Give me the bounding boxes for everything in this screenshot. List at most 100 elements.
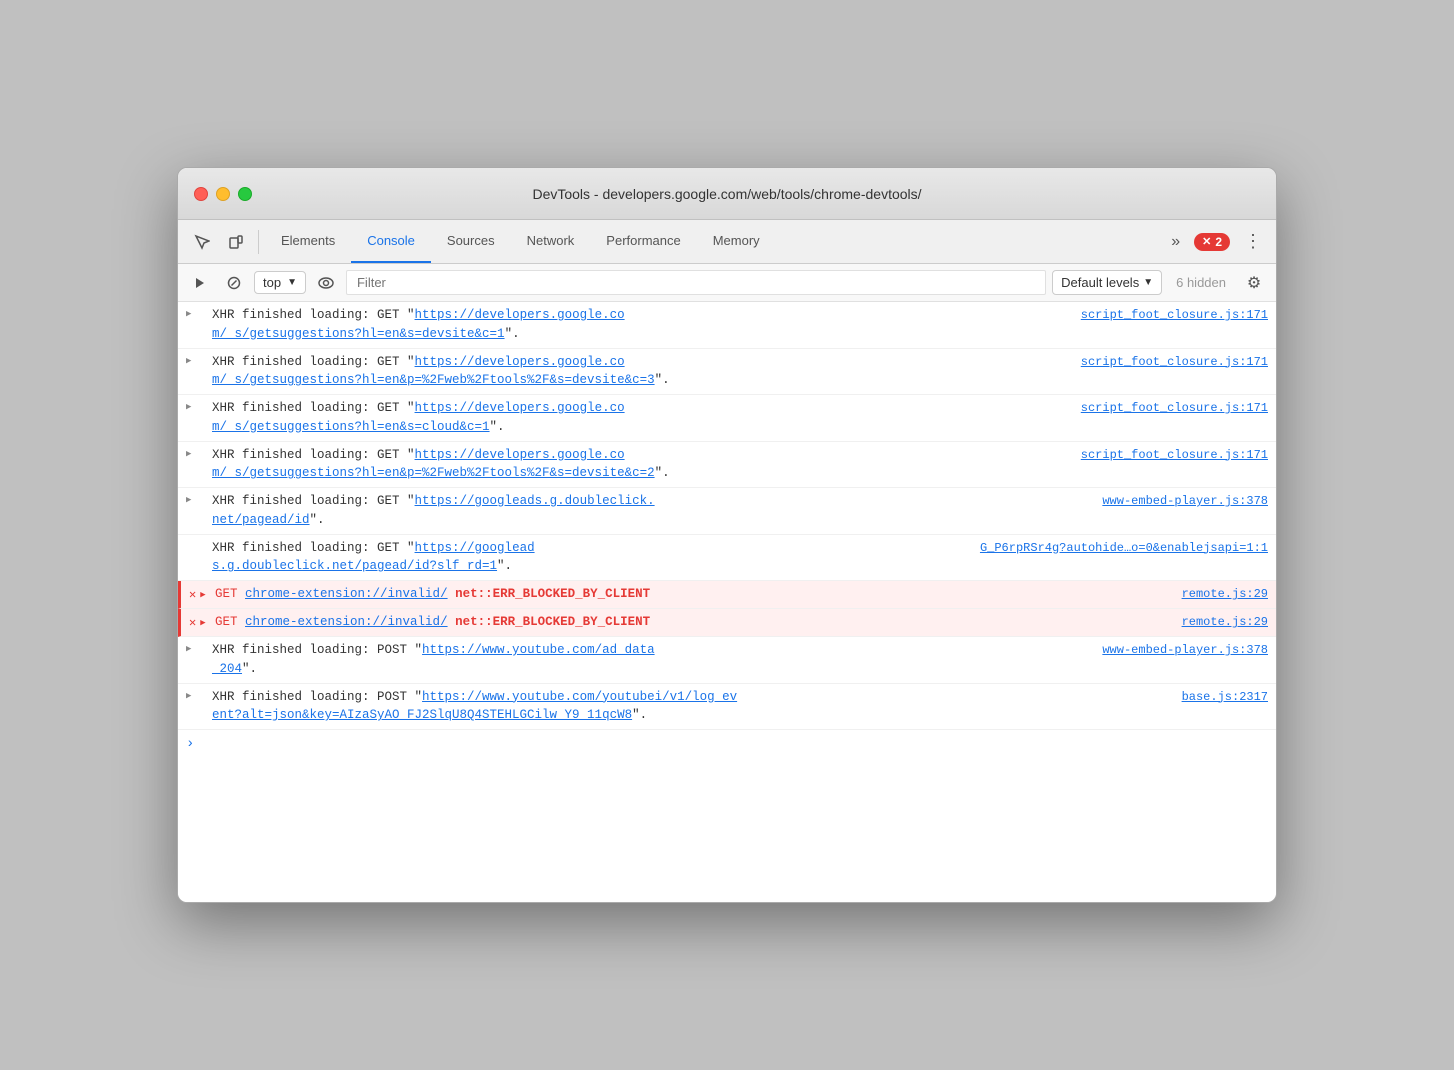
levels-chevron-icon: ▼ bbox=[1143, 277, 1153, 288]
error-message: net::ERR_BLOCKED_BY_CLIENT bbox=[455, 587, 650, 601]
log-text: XHR finished loading: GET "https://googl… bbox=[212, 492, 1268, 530]
log-line: XHR finished loading: GET "https://devel… bbox=[212, 353, 1268, 391]
log-link-2[interactable]: ent?alt=json&key=AIzaSyAO_FJ2SlqU8Q4STEH… bbox=[212, 708, 632, 722]
expand-icon[interactable]: ▶ bbox=[186, 446, 206, 460]
levels-dropdown[interactable]: Default levels ▼ bbox=[1052, 270, 1162, 295]
source-link[interactable]: remote.js:29 bbox=[1182, 585, 1268, 603]
log-link-2[interactable]: m/_s/getsuggestions?hl=en&s=cloud&c=1 bbox=[212, 420, 490, 434]
close-button[interactable] bbox=[194, 187, 208, 201]
log-text: XHR finished loading: GET "https://devel… bbox=[212, 306, 1268, 344]
log-link[interactable]: https://www.youtube.com/youtubei/v1/log_… bbox=[422, 690, 737, 704]
log-line: XHR finished loading: GET "https://googl… bbox=[212, 492, 1268, 530]
title-bar: DevTools - developers.google.com/web/too… bbox=[178, 168, 1276, 220]
expand-icon[interactable]: ▶ bbox=[186, 399, 206, 413]
error-url-link[interactable]: chrome-extension://invalid/ bbox=[245, 587, 448, 601]
log-link[interactable]: https://googleads.g.doubleclick. bbox=[415, 494, 655, 508]
tab-performance[interactable]: Performance bbox=[590, 220, 696, 263]
device-toggle-button[interactable] bbox=[220, 226, 252, 258]
get-label: GET bbox=[215, 615, 238, 629]
filter-input[interactable] bbox=[346, 270, 1046, 295]
error-x-icon: ✕ bbox=[1202, 235, 1211, 248]
tab-sources[interactable]: Sources bbox=[431, 220, 511, 263]
hidden-count: 6 hidden bbox=[1168, 275, 1234, 290]
log-entry: ▶ XHR finished loading: GET "https://goo… bbox=[178, 488, 1276, 535]
tab-memory[interactable]: Memory bbox=[697, 220, 776, 263]
levels-label: Default levels bbox=[1061, 275, 1139, 290]
log-text: XHR finished loading: GET "https://googl… bbox=[212, 539, 1268, 577]
minimize-button[interactable] bbox=[216, 187, 230, 201]
console-content: ▶ XHR finished loading: GET "https://dev… bbox=[178, 302, 1276, 902]
log-line: XHR finished loading: GET "https://devel… bbox=[212, 446, 1268, 484]
error-url-link[interactable]: chrome-extension://invalid/ bbox=[245, 615, 448, 629]
run-script-button[interactable] bbox=[186, 269, 214, 297]
triangle-icon: ▶ bbox=[200, 590, 205, 600]
log-line: XHR finished loading: POST "https://www.… bbox=[212, 641, 1268, 679]
eye-button[interactable] bbox=[312, 269, 340, 297]
inspect-button[interactable] bbox=[186, 226, 218, 258]
triangle-icon: ▶ bbox=[186, 356, 191, 366]
clear-console-button[interactable] bbox=[220, 269, 248, 297]
log-message: GET chrome-extension://invalid/ net::ERR… bbox=[215, 613, 650, 632]
log-link-2[interactable]: m/_s/getsuggestions?hl=en&s=devsite&c=1 bbox=[212, 327, 505, 341]
log-line: XHR finished loading: GET "https://devel… bbox=[212, 399, 1268, 437]
prompt-chevron-icon: › bbox=[186, 736, 194, 752]
source-link[interactable]: base.js:2317 bbox=[1182, 688, 1268, 706]
triangle-icon: ▶ bbox=[186, 495, 191, 505]
get-label: GET bbox=[215, 587, 238, 601]
log-link-2[interactable]: s.g.doubleclick.net/pagead/id?slf_rd=1 bbox=[212, 559, 497, 573]
console-settings-button[interactable]: ⚙ bbox=[1240, 269, 1268, 297]
tab-network[interactable]: Network bbox=[511, 220, 591, 263]
log-link-2[interactable]: _204 bbox=[212, 662, 242, 676]
traffic-lights bbox=[194, 187, 252, 201]
source-link[interactable]: www-embed-player.js:378 bbox=[1102, 641, 1268, 659]
log-link[interactable]: https://developers.google.co bbox=[415, 308, 625, 322]
error-count: 2 bbox=[1215, 235, 1222, 249]
log-line: XHR finished loading: POST "https://www.… bbox=[212, 688, 1268, 726]
source-link[interactable]: script_foot_closure.js:171 bbox=[1081, 306, 1268, 324]
log-link[interactable]: https://developers.google.co bbox=[415, 401, 625, 415]
source-link[interactable]: script_foot_closure.js:171 bbox=[1081, 353, 1268, 371]
log-link[interactable]: https://www.youtube.com/ad_data bbox=[422, 643, 655, 657]
expand-icon[interactable]: ▶ bbox=[186, 492, 206, 506]
error-expand-icon[interactable]: ✕ ▶ bbox=[189, 613, 209, 630]
log-message: XHR finished loading: GET "https://googl… bbox=[212, 492, 655, 530]
console-input[interactable] bbox=[202, 737, 1268, 752]
source-link[interactable]: G_P6rpRSr4g?autohide…o=0&enablejsapi=1:1 bbox=[980, 539, 1268, 557]
maximize-button[interactable] bbox=[238, 187, 252, 201]
log-line: GET chrome-extension://invalid/ net::ERR… bbox=[215, 585, 1268, 604]
chevron-down-icon: ▼ bbox=[287, 277, 297, 288]
toolbar-icons bbox=[186, 226, 252, 258]
more-tabs-button[interactable]: » bbox=[1165, 229, 1186, 255]
expand-icon[interactable]: ▶ bbox=[186, 306, 206, 320]
log-link-2[interactable]: m/_s/getsuggestions?hl=en&p=%2Fweb%2Ftoo… bbox=[212, 373, 655, 387]
log-text: XHR finished loading: GET "https://devel… bbox=[212, 353, 1268, 391]
log-link-2[interactable]: net/pagead/id bbox=[212, 513, 310, 527]
tab-console[interactable]: Console bbox=[351, 220, 431, 263]
source-link[interactable]: remote.js:29 bbox=[1182, 613, 1268, 631]
error-message: net::ERR_BLOCKED_BY_CLIENT bbox=[455, 615, 650, 629]
log-message: XHR finished loading: POST "https://www.… bbox=[212, 641, 655, 679]
log-link[interactable]: https://googlead bbox=[415, 541, 535, 555]
source-link[interactable]: script_foot_closure.js:171 bbox=[1081, 399, 1268, 417]
error-log-entry: ✕ ▶ GET chrome-extension://invalid/ net:… bbox=[178, 609, 1276, 637]
toolbar-divider bbox=[258, 230, 259, 254]
log-entry: ▶ XHR finished loading: GET "https://dev… bbox=[178, 349, 1276, 396]
devtools-menu-button[interactable]: ⋮ bbox=[1238, 227, 1268, 256]
log-link[interactable]: https://developers.google.co bbox=[415, 448, 625, 462]
triangle-icon: ▶ bbox=[186, 691, 191, 701]
expand-icon[interactable]: ▶ bbox=[186, 688, 206, 702]
log-link-2[interactable]: m/_s/getsuggestions?hl=en&p=%2Fweb%2Ftoo… bbox=[212, 466, 655, 480]
log-message: XHR finished loading: GET "https://devel… bbox=[212, 446, 670, 484]
log-entry: ▶ XHR finished loading: POST "https://ww… bbox=[178, 637, 1276, 684]
error-expand-icon[interactable]: ✕ ▶ bbox=[189, 585, 209, 602]
tab-elements[interactable]: Elements bbox=[265, 220, 351, 263]
expand-icon[interactable]: ▶ bbox=[186, 353, 206, 367]
log-link[interactable]: https://developers.google.co bbox=[415, 355, 625, 369]
source-link[interactable]: script_foot_closure.js:171 bbox=[1081, 446, 1268, 464]
log-message: XHR finished loading: POST "https://www.… bbox=[212, 688, 737, 726]
context-selector[interactable]: top ▼ bbox=[254, 271, 306, 294]
log-message: XHR finished loading: GET "https://googl… bbox=[212, 539, 535, 577]
context-value: top bbox=[263, 275, 281, 290]
source-link[interactable]: www-embed-player.js:378 bbox=[1102, 492, 1268, 510]
expand-icon[interactable]: ▶ bbox=[186, 641, 206, 655]
